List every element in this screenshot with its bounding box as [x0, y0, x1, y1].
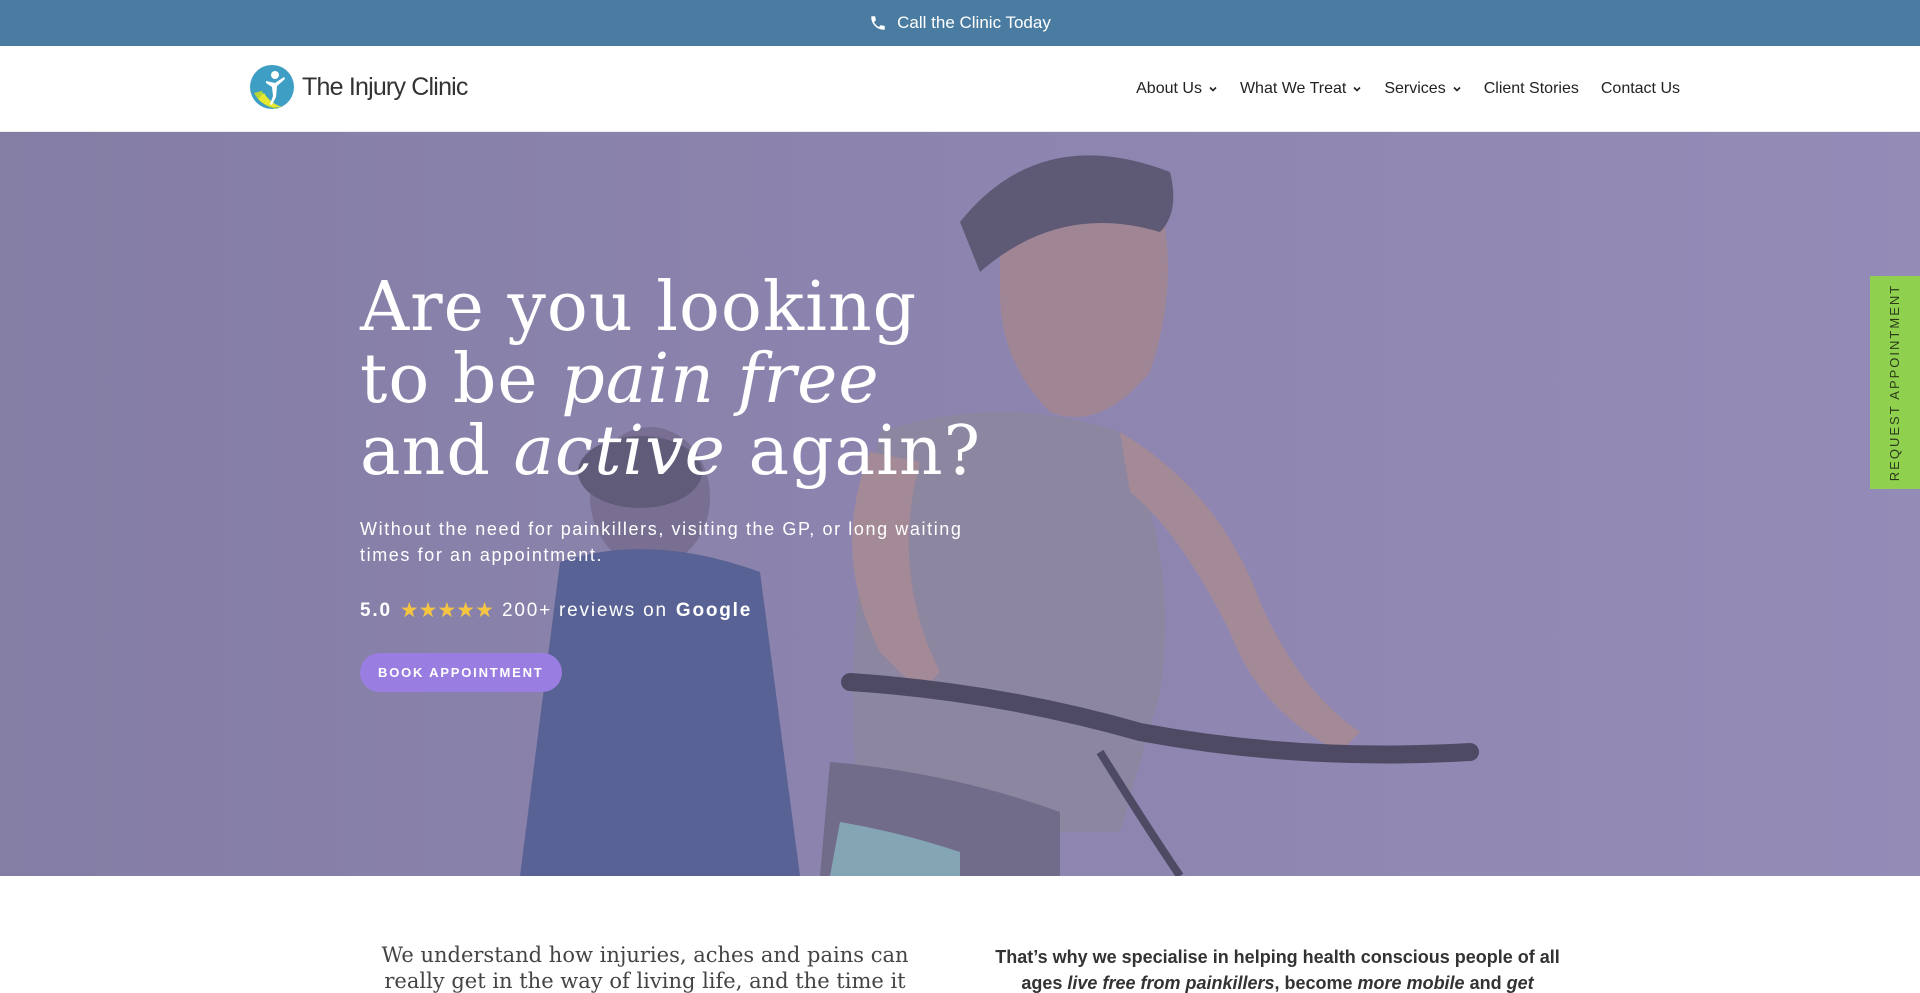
hero-subtitle: Without the need for painkillers, visiti…: [360, 519, 963, 565]
intro-right-part2: , become: [1274, 973, 1358, 993]
reviews-count: 200+ reviews on: [501, 599, 668, 621]
nav-client-stories[interactable]: Client Stories: [1484, 80, 1579, 98]
nav-about-us[interactable]: About Us: [1136, 80, 1218, 98]
nav-label: Services: [1384, 80, 1446, 97]
nav-what-we-treat[interactable]: What We Treat: [1240, 80, 1362, 98]
book-appointment-button[interactable]: BOOK APPOINTMENT: [360, 653, 562, 692]
nav-services[interactable]: Services: [1384, 80, 1461, 98]
intro-section: We understand how injuries, aches and pa…: [0, 876, 1920, 993]
intro-left-text: We understand how injuries, aches and pa…: [381, 943, 909, 993]
rating-score: 5.0: [360, 599, 392, 621]
intro-right-text: That’s why we specialise in helping heal…: [990, 944, 1565, 993]
request-appointment-label: REQUEST APPOINTMENT: [1887, 283, 1903, 482]
logo-text: The Injury Clinic: [302, 72, 468, 101]
intro-right-part3: and: [1464, 973, 1507, 993]
nav-label: About Us: [1136, 80, 1202, 97]
star-rating-icon: ★★★★★: [399, 599, 494, 622]
site-header: The Injury Clinic About Us What We Treat…: [0, 46, 1920, 132]
hero-title: Are you looking to be pain free and acti…: [360, 272, 1000, 488]
hero-section: Are you looking to be pain free and acti…: [0, 132, 1920, 876]
nav-contact-us[interactable]: Contact Us: [1601, 80, 1680, 98]
hero-title-emphasis-active: active: [513, 412, 726, 491]
logo[interactable]: The Injury Clinic: [248, 62, 468, 112]
reviews-source: Google: [675, 599, 753, 621]
hero-title-emphasis-pain-free: pain free: [561, 340, 880, 419]
intro-emphasis-mobile: more mobile: [1357, 973, 1465, 993]
hero-content: Are you looking to be pain free and acti…: [360, 272, 1000, 692]
request-appointment-tab[interactable]: REQUEST APPOINTMENT: [1870, 276, 1920, 489]
intro-emphasis-get: get: [1506, 973, 1534, 993]
intro-emphasis-painkillers: live free from painkillers: [1067, 973, 1275, 993]
hero-title-line3b: again?: [725, 412, 982, 491]
topbar[interactable]: Call the Clinic Today: [0, 0, 1920, 46]
hero-title-line3a: and: [360, 412, 514, 491]
hero-title-line2a: to be: [360, 340, 562, 419]
call-clinic-link[interactable]: Call the Clinic Today: [897, 13, 1051, 33]
reviews-summary: 5.0 ★★★★★ 200+ reviews on Google: [360, 598, 1000, 623]
hero-title-line1: Are you looking: [360, 268, 918, 347]
nav-label: What We Treat: [1239, 80, 1347, 97]
nav-label: Contact Us: [1600, 80, 1680, 97]
logo-icon: [250, 65, 294, 109]
chevron-down-icon: [1209, 86, 1217, 92]
phone-icon: [871, 16, 885, 30]
chevron-down-icon: [1453, 86, 1461, 92]
main-nav: About Us What We Treat Services Client S…: [1136, 46, 1680, 132]
chevron-down-icon: [1353, 86, 1361, 92]
nav-label: Client Stories: [1483, 80, 1579, 97]
